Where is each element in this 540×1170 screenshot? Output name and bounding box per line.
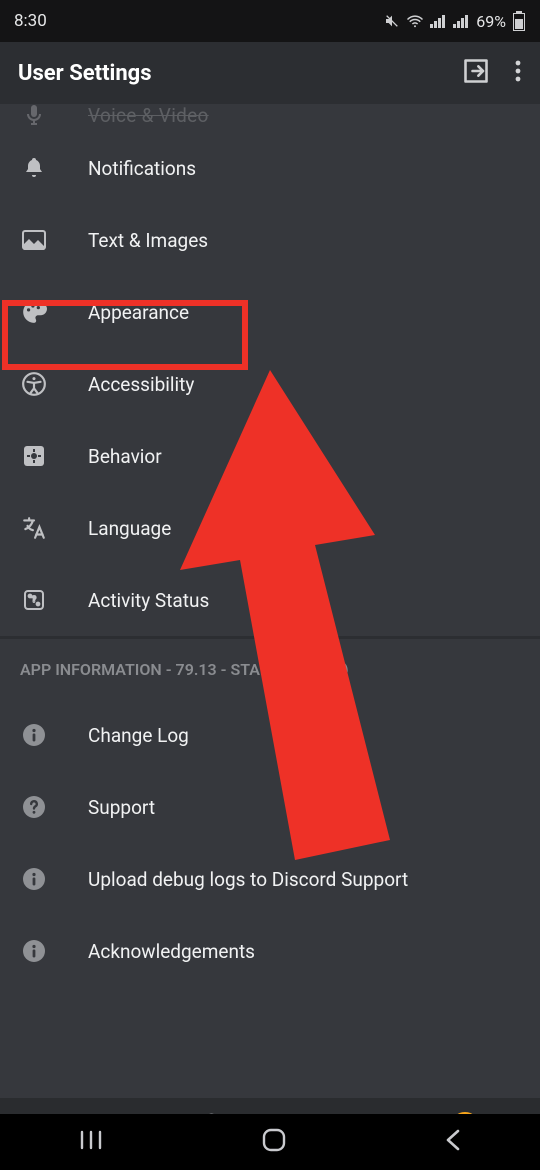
settings-item-upload-logs[interactable]: Upload debug logs to Discord Support — [0, 843, 540, 915]
settings-item-text-images[interactable]: Text & Images — [0, 204, 540, 276]
section-header-app-info: APP INFORMATION - 79.13 - STABLE (79013) — [0, 636, 540, 699]
status-bar: 8:30 69% — [0, 0, 540, 42]
row-label: Notifications — [88, 157, 196, 180]
settings-item-language[interactable]: Language — [0, 492, 540, 564]
status-time: 8:30 — [14, 11, 47, 31]
more-icon[interactable] — [514, 59, 522, 87]
signal-icon-2 — [453, 15, 468, 28]
settings-list: Voice & Video Notifications Text & Image… — [0, 104, 540, 1098]
settings-item-behavior[interactable]: Behavior — [0, 420, 540, 492]
app-header: User Settings — [0, 42, 540, 104]
row-label: Accessibility — [88, 373, 194, 396]
exit-icon[interactable] — [462, 57, 490, 89]
system-nav-bar — [0, 1114, 540, 1170]
battery-percent: 69% — [476, 12, 506, 31]
row-label: Voice & Video — [88, 104, 209, 127]
microphone-icon — [20, 104, 48, 129]
nav-back[interactable] — [444, 1127, 462, 1157]
settings-item-changelog[interactable]: Change Log — [0, 699, 540, 771]
row-label: Text & Images — [88, 229, 208, 252]
settings-item-notifications[interactable]: Notifications — [0, 132, 540, 204]
help-icon — [20, 793, 48, 821]
bell-icon — [20, 154, 48, 182]
settings-item-support[interactable]: Support — [0, 771, 540, 843]
dice-icon: ? — [20, 586, 48, 614]
nav-recents[interactable] — [78, 1130, 104, 1154]
row-label: Upload debug logs to Discord Support — [88, 868, 408, 891]
status-right: 69% — [384, 11, 526, 31]
row-label: Change Log — [88, 724, 189, 747]
battery-icon — [512, 11, 526, 31]
info-icon — [20, 937, 48, 965]
row-label: Behavior — [88, 445, 162, 468]
settings-item-acknowledgements[interactable]: Acknowledgements — [0, 915, 540, 987]
accessibility-icon — [20, 370, 48, 398]
nav-home[interactable] — [261, 1127, 287, 1157]
settings-item-activity-status[interactable]: ? Activity Status — [0, 564, 540, 636]
page-title: User Settings — [18, 61, 152, 86]
row-label: Language — [88, 517, 171, 540]
signal-icon-1 — [430, 15, 445, 28]
image-icon — [20, 226, 48, 254]
row-label: Activity Status — [88, 589, 209, 612]
mute-icon — [384, 13, 400, 29]
info-icon — [20, 865, 48, 893]
gear-box-icon — [20, 442, 48, 470]
settings-item-voice[interactable]: Voice & Video — [0, 104, 540, 132]
translate-icon — [20, 514, 48, 542]
row-label: Support — [88, 796, 155, 819]
annotation-highlight — [2, 300, 248, 370]
row-label: Acknowledgements — [88, 940, 255, 963]
info-icon — [20, 721, 48, 749]
svg-text:?: ? — [32, 595, 36, 604]
wifi-icon — [406, 14, 424, 28]
